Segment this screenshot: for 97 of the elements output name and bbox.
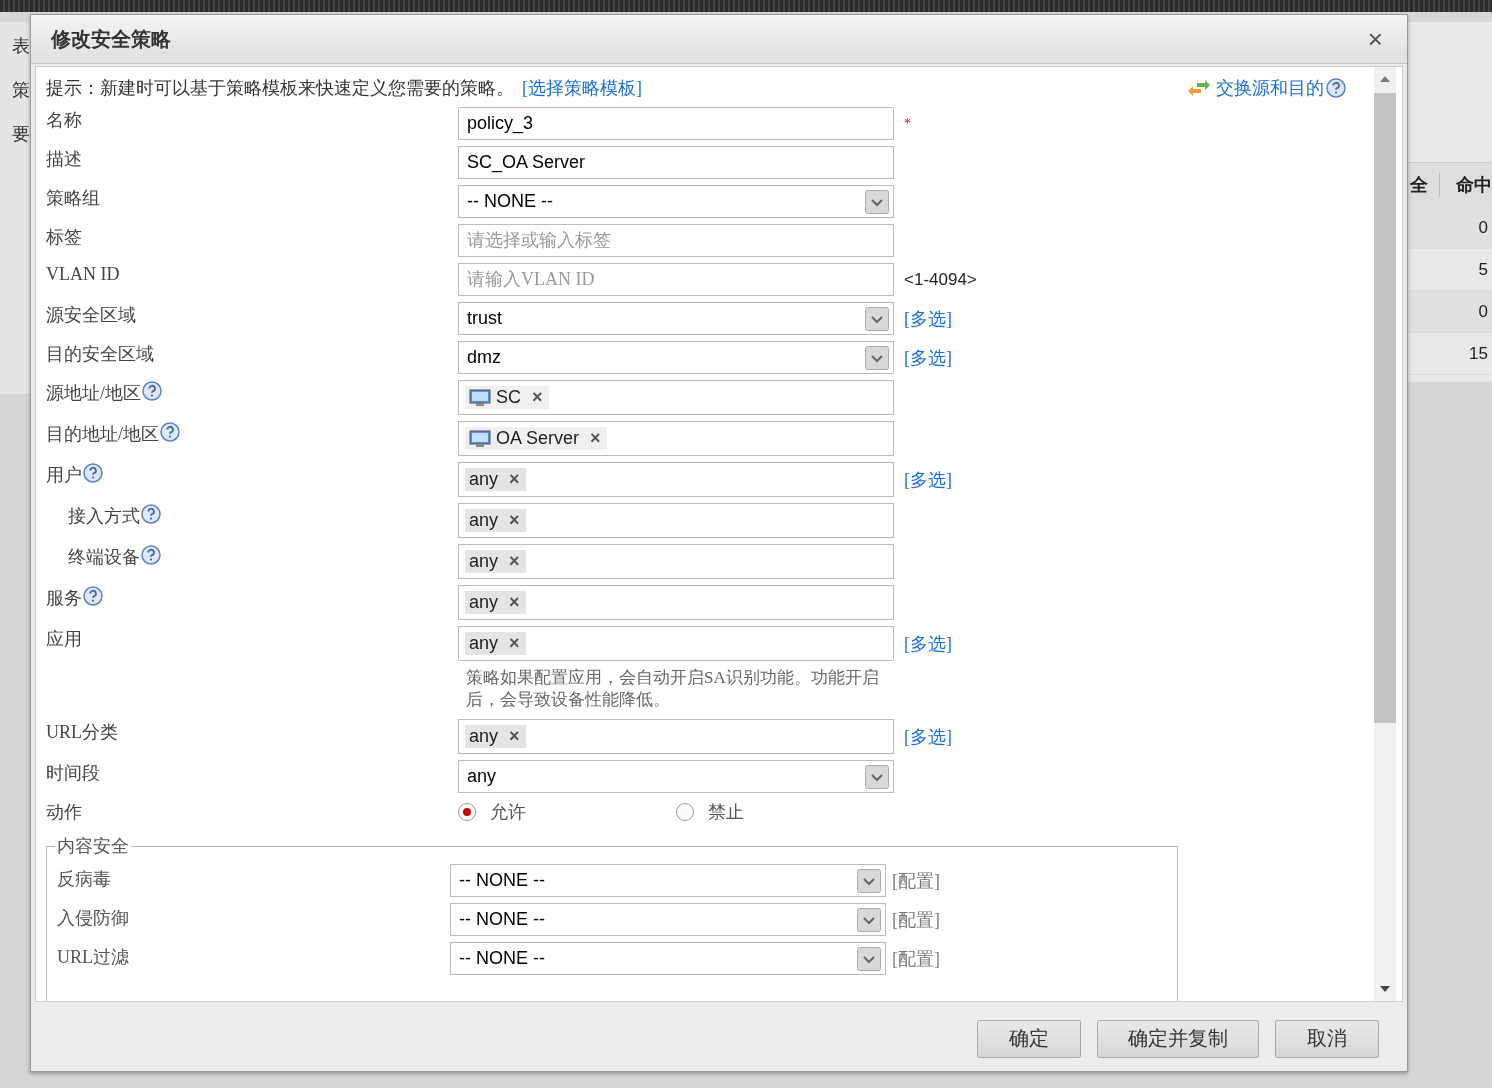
vertical-scrollbar[interactable] (1374, 67, 1396, 1001)
table-cell: 5 (1478, 259, 1488, 280)
tag-input-field[interactable]: any × (458, 503, 894, 538)
tag-input-field[interactable]: any × (458, 585, 894, 620)
dialog-button[interactable]: 取消 (1275, 1019, 1379, 1058)
remove-tag-button[interactable]: × (509, 510, 520, 531)
radio-label: 禁止 (708, 800, 744, 824)
field-label: URL分类 (46, 721, 118, 744)
tag-label: any (469, 469, 499, 490)
select-field[interactable]: -- NONE -- (450, 942, 886, 975)
radio-label: 允许 (490, 800, 526, 824)
section-title: 内容安全 (56, 835, 130, 858)
select-field[interactable]: dmz (458, 341, 894, 374)
select-field[interactable]: -- NONE -- (450, 903, 886, 936)
monitor-icon (469, 388, 491, 407)
table-cell: 15 (1469, 343, 1488, 364)
dialog-button[interactable]: 确定 (977, 1019, 1081, 1058)
required-mark: * (904, 115, 911, 132)
table-cell: 0 (1478, 301, 1488, 322)
swap-link[interactable]: 交换源和目的 (1188, 76, 1324, 100)
scroll-up-icon (1379, 75, 1391, 83)
remove-tag-button[interactable]: × (509, 633, 520, 654)
field-label: 时间段 (46, 762, 100, 785)
radio-button[interactable] (458, 802, 476, 821)
table-cell: 0 (1478, 217, 1488, 238)
field-label: VLAN ID (46, 264, 120, 285)
field-label: 应用 (46, 628, 82, 651)
multi-select-link[interactable]: [多选] (904, 724, 952, 749)
tag-label: any (469, 726, 499, 747)
scrollbar-thumb[interactable] (1374, 93, 1396, 723)
template-link[interactable]: [选择策略模板] (522, 76, 642, 100)
help-icon (1326, 78, 1346, 98)
note-text: 策略如果配置应用，会自动开启SA识别功能。功能开启后，会导致设备性能降低。 (466, 667, 880, 711)
remove-tag-button[interactable]: × (509, 592, 520, 613)
tag-input-field[interactable]: any × (458, 462, 894, 497)
field-label: 源安全区域 (46, 304, 136, 327)
tag-label: any (469, 510, 499, 531)
multi-select-link[interactable]: [多选] (904, 467, 952, 492)
multi-select-link[interactable]: [多选] (904, 345, 952, 370)
swap-arrows-icon (1188, 79, 1210, 97)
column-header[interactable]: 命中 (1440, 173, 1492, 197)
field-label: 源地址/地区 (46, 382, 141, 405)
configure-link[interactable]: [配置] (892, 907, 940, 932)
field-label: 入侵防御 (57, 907, 130, 930)
select-field[interactable]: trust (458, 302, 894, 335)
tag-label: any (469, 551, 499, 572)
tag-label: OA Server (496, 428, 580, 449)
field-label: URL过滤 (57, 946, 130, 969)
tag-label: SC (496, 387, 521, 408)
window-title: 修改安全策略 (50, 26, 171, 52)
field-label: 描述 (46, 148, 82, 171)
hint-text: 提示：新建时可以基于策略模板来快速定义您需要的策略。 (46, 77, 514, 100)
input-field[interactable]: SC_OA Server (458, 146, 894, 179)
select-field[interactable]: any (458, 760, 894, 793)
monitor-icon (469, 429, 491, 448)
table-row[interactable]: 0 (1408, 207, 1492, 249)
remove-tag-button[interactable]: × (509, 726, 520, 747)
select-field[interactable]: -- NONE -- (458, 185, 894, 218)
configure-link[interactable]: [配置] (892, 868, 940, 893)
table-row[interactable]: 0 (1408, 291, 1492, 333)
select-field[interactable]: -- NONE -- (450, 864, 886, 897)
tag-input-field[interactable]: any × (458, 626, 894, 661)
field-label: 目的地址/地区 (46, 423, 159, 446)
field-label: 接入方式 (68, 505, 140, 528)
tag-input-field[interactable]: OA Server × (458, 421, 894, 456)
remove-tag-button[interactable]: × (509, 551, 520, 572)
field-label: 服务 (46, 587, 82, 610)
dialog-button[interactable]: 确定并复制 (1097, 1019, 1259, 1058)
field-label: 名称 (46, 109, 82, 132)
radio-button[interactable] (676, 802, 694, 821)
tag-input-field[interactable]: any × (458, 544, 894, 579)
tag-label: any (469, 633, 499, 654)
background-text: 策 (11, 79, 31, 102)
field-label: 动作 (46, 801, 82, 824)
scroll-down-icon (1379, 985, 1391, 993)
configure-link[interactable]: [配置] (892, 946, 940, 971)
field-label: 策略组 (46, 187, 100, 210)
field-label: 终端设备 (68, 546, 140, 569)
field-label: 反病毒 (57, 868, 112, 891)
range-hint: <1-4094> (904, 269, 977, 290)
background-text: 表 (11, 35, 31, 58)
field-label: 标签 (46, 226, 82, 249)
remove-tag-button[interactable]: × (532, 387, 543, 408)
remove-tag-button[interactable]: × (509, 469, 520, 490)
multi-select-link[interactable]: [多选] (904, 306, 952, 331)
multi-select-link[interactable]: [多选] (904, 631, 952, 656)
tag-input-field[interactable]: any × (458, 719, 894, 754)
tag-input-field[interactable]: SC × (458, 380, 894, 415)
close-button[interactable]: × (1363, 26, 1387, 52)
background-text: 要 (11, 123, 31, 146)
field-label: 用户 (46, 464, 82, 487)
input-field[interactable]: 请输入VLAN ID (458, 263, 894, 296)
input-field[interactable]: 请选择或输入标签 (458, 224, 894, 257)
input-field[interactable]: policy_3 (458, 107, 894, 140)
field-label: 目的安全区域 (46, 343, 154, 366)
tag-label: any (469, 592, 499, 613)
remove-tag-button[interactable]: × (590, 428, 601, 449)
